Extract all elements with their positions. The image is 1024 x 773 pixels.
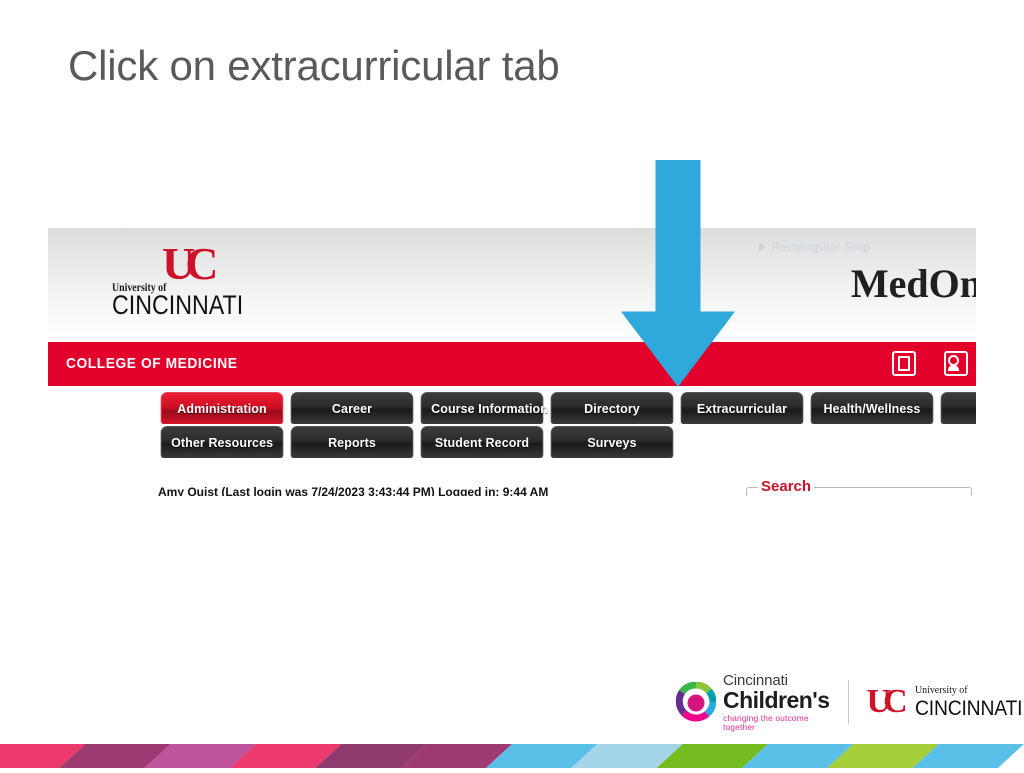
cincinnati-childrens-text: Cincinnati Children's changing the outco… [723, 673, 830, 731]
cch-tagline: changing the outcome together [723, 713, 809, 732]
uc-monogram-icon: UC [162, 238, 218, 289]
college-of-medicine-bar: COLLEGE OF MEDICINE [48, 342, 976, 386]
app-header: UC University of CINCINNATI Rectangular … [48, 228, 976, 342]
search-legend: Search [758, 478, 815, 495]
document-icon[interactable] [892, 351, 916, 376]
down-arrow-annotation [620, 160, 736, 388]
embedded-screenshot: UC University of CINCINNATI Rectangular … [48, 228, 976, 496]
snip-overlay: Rectangular Snip [758, 240, 918, 254]
cch-line-1: Cincinnati [723, 672, 788, 689]
product-wordmark: MedOn [850, 261, 976, 306]
cincinnati-childrens-logo: Cincinnati Children's changing the outco… [675, 673, 830, 731]
uc-footer-line-1: University of [914, 683, 968, 696]
page-title: Click on extracurricular tab [68, 42, 560, 89]
user-status-line: Amy Quist (Last login was 7/24/2023 3:43… [158, 485, 549, 496]
tab-match[interactable]: Match [940, 392, 976, 424]
nav-row-2: Other Resources Reports Student Record S… [158, 426, 976, 458]
tab-directory[interactable]: Directory [550, 392, 674, 424]
tab-surveys[interactable]: Surveys [550, 426, 674, 458]
snip-overlay-rule [876, 246, 918, 248]
search-fieldset: Search [744, 478, 976, 496]
tab-health-wellness[interactable]: Health/Wellness [810, 392, 934, 424]
main-navigation: Administration Career Course Information… [48, 386, 976, 458]
tab-reports[interactable]: Reports [290, 426, 414, 458]
nav-row-1: Administration Career Course Information… [158, 392, 976, 424]
college-bar-icons [892, 351, 968, 376]
footer-color-band [0, 744, 1024, 768]
contact-card-icon[interactable] [944, 351, 968, 376]
tab-extracurricular[interactable]: Extracurricular [680, 392, 804, 424]
tab-administration[interactable]: Administration [160, 392, 284, 424]
uc-monogram-icon-footer: UC [866, 683, 908, 720]
uc-logo: UC University of CINCINNATI [100, 238, 244, 320]
snip-overlay-label: Rectangular Snip [771, 240, 870, 254]
logo-divider [847, 680, 849, 724]
play-triangle-icon [758, 242, 766, 252]
tab-course-information[interactable]: Course Information [420, 392, 548, 424]
tab-career[interactable]: Career [290, 392, 414, 424]
college-bar-label: COLLEGE OF MEDICINE [66, 355, 238, 372]
tab-student-record[interactable]: Student Record [420, 426, 544, 458]
uc-footer-text: University of CINCINNATI. [915, 684, 1024, 721]
cch-line-2: Children's [723, 687, 830, 713]
uc-footer-line-2: CINCINNATI. [914, 696, 1024, 720]
cincinnati-childrens-mark-icon [675, 681, 717, 722]
footer-logos: Cincinnati Children's changing the outco… [675, 673, 1024, 731]
tab-other-resources[interactable]: Other Resources [160, 426, 284, 458]
uc-name-line: CINCINNATI [112, 290, 244, 320]
uc-footer-logo: UC University of CINCINNATI. [867, 684, 1024, 721]
